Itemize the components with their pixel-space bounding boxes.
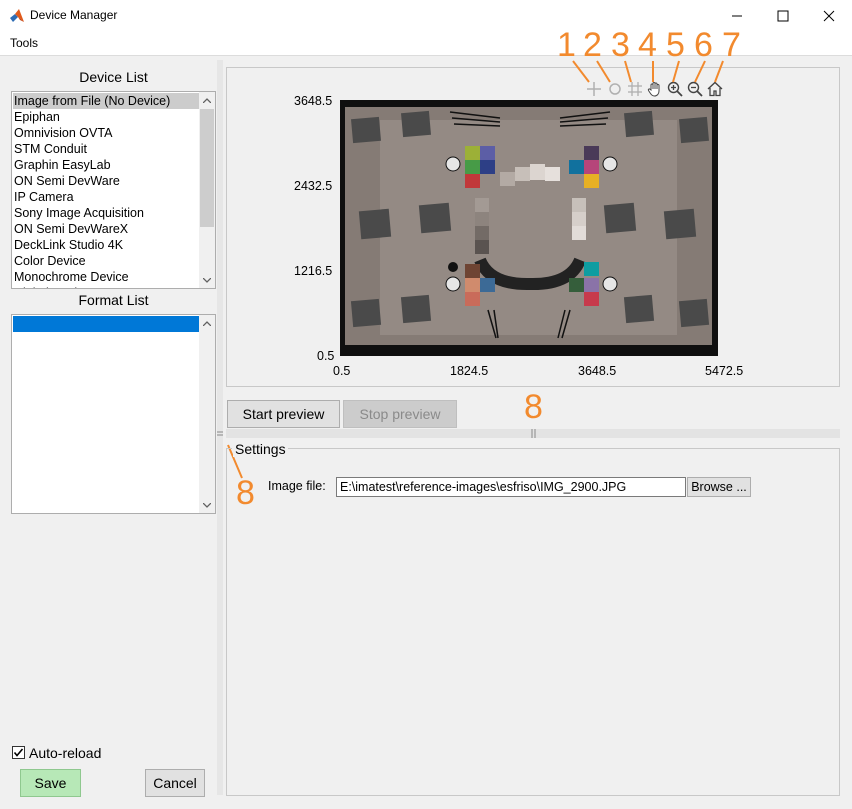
y-tick-label: 0.5 [317, 349, 335, 363]
settings-legend: Settings [233, 441, 288, 457]
y-tick-label: 2432.5 [294, 179, 333, 193]
annotation-number: 6 [694, 26, 713, 64]
cancel-button[interactable]: Cancel [145, 769, 205, 797]
image-file-label: Image file: [268, 479, 326, 493]
annotation-number: 1 [557, 26, 576, 64]
device-list-item[interactable]: STM Conduit [13, 141, 200, 157]
x-tick-label: 5472.5 [705, 364, 744, 378]
image-file-input[interactable]: E:\imatest\reference-images\esfriso\IMG_… [336, 477, 686, 497]
device-list[interactable]: Image from File (No Device) Epiphan Omnivi… [11, 91, 216, 289]
vertical-splitter[interactable] [217, 60, 223, 795]
scroll-up-icon[interactable] [199, 92, 215, 108]
close-icon [823, 10, 835, 22]
y-tick-label: 1216.5 [294, 264, 333, 278]
matlab-logo-icon [10, 9, 24, 22]
scroll-down-icon[interactable] [199, 497, 215, 513]
format-list-title: Format List [78, 292, 149, 308]
scroll-thumb[interactable] [200, 109, 214, 227]
x-tick-label: 1824.5 [450, 364, 489, 378]
format-list-scrollbar[interactable] [199, 315, 215, 513]
close-button[interactable] [806, 0, 852, 32]
horizontal-splitter[interactable] [226, 429, 840, 438]
device-list-item[interactable]: ON Semi DevWare [13, 173, 200, 189]
annotation-number: 2 [583, 26, 602, 64]
device-list-item[interactable]: Epiphan [13, 109, 200, 125]
auto-reload-checkbox[interactable] [12, 746, 25, 762]
maximize-button[interactable] [760, 0, 806, 32]
device-list-item[interactable]: Graphin EasyLab [13, 157, 200, 173]
start-preview-button[interactable]: Start preview [227, 400, 340, 428]
device-list-item[interactable]: Image from File (No Device) [13, 93, 200, 109]
device-list-item[interactable]: Monochrome Device [13, 269, 200, 285]
grip-icon [531, 429, 536, 438]
preview-image [340, 100, 718, 356]
scroll-down-icon[interactable] [199, 272, 215, 288]
annotation-number: 7 [722, 26, 741, 64]
annotation-number: 4 [638, 26, 657, 64]
stop-preview-button[interactable]: Stop preview [343, 400, 457, 428]
window-title: Device Manager [30, 8, 118, 22]
y-tick-label: 3648.5 [294, 94, 333, 108]
device-list-item[interactable]: Sony Image Acquisition [13, 205, 200, 221]
device-list-item[interactable]: Digital Device [13, 285, 200, 288]
menu-tools[interactable]: Tools [10, 36, 38, 50]
browse-button[interactable]: Browse ... [687, 477, 751, 497]
device-list-scrollbar[interactable] [199, 92, 215, 288]
device-list-item[interactable]: Omnivision OVTA [13, 125, 200, 141]
annotation-number: 5 [666, 26, 685, 64]
annotation-arrows [572, 60, 724, 83]
grip-icon [217, 431, 223, 436]
annotation-number: 8 [524, 388, 543, 426]
checkbox-checked-icon [12, 746, 25, 759]
format-list[interactable] [11, 314, 216, 514]
settings-panel [226, 448, 840, 796]
format-list-item[interactable] [13, 316, 200, 332]
device-list-title: Device List [79, 69, 148, 85]
device-list-item[interactable]: Color Device [13, 253, 200, 269]
scroll-up-icon[interactable] [199, 315, 215, 331]
x-tick-label: 0.5 [333, 364, 351, 378]
device-list-item[interactable]: DeckLink Studio 4K [13, 237, 200, 253]
x-tick-label: 3648.5 [578, 364, 617, 378]
auto-reload-label: Auto-reload [29, 745, 102, 761]
save-button[interactable]: Save [20, 769, 81, 797]
annotation-number: 3 [611, 26, 630, 64]
device-list-item[interactable]: ON Semi DevWareX [13, 221, 200, 237]
minimize-icon [732, 15, 742, 17]
maximize-icon [777, 10, 789, 22]
device-list-item[interactable]: IP Camera [13, 189, 200, 205]
